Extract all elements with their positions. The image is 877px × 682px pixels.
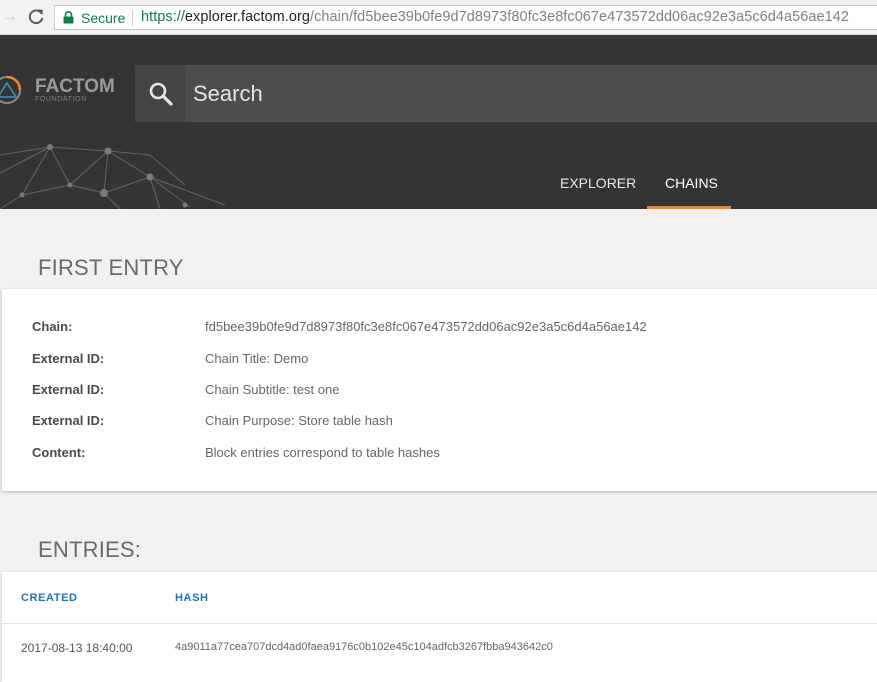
first-entry-title: FIRST ENTRY	[38, 255, 184, 281]
url-path: /chain/fd5bee39b0fe9d7d8973f80fc3e8fc067…	[310, 9, 849, 25]
column-header-created[interactable]: CREATED	[21, 592, 78, 604]
detail-label: Content:	[32, 445, 86, 460]
factom-logo-icon	[0, 75, 22, 104]
browser-address-bar: → Secure https://explorer.factom.org/cha…	[0, 0, 877, 35]
url-host: explorer.factom.org	[184, 9, 310, 25]
tab-chains[interactable]: CHAINS	[665, 175, 718, 191]
forward-arrow-icon[interactable]: →	[2, 7, 18, 27]
url-separator	[132, 10, 133, 26]
detail-label: External ID:	[32, 413, 105, 428]
logo-subtext: FOUNDATION	[35, 96, 87, 103]
detail-value: Chain Subtitle: test one	[205, 382, 340, 397]
entries-table: CREATED HASH 2017-08-13 18:40:00 4a9011a…	[2, 572, 877, 682]
entry-created-cell: 2017-08-13 18:40:00	[21, 641, 133, 655]
network-graphic	[0, 144, 226, 209]
url-scheme: https://	[141, 9, 185, 25]
detail-label: External ID:	[32, 382, 105, 397]
reload-icon[interactable]	[27, 7, 45, 27]
url-text[interactable]: https://explorer.factom.org/chain/fd5bee…	[141, 9, 849, 25]
detail-label: External ID:	[32, 351, 105, 366]
detail-row-external-id: External ID: Chain Purpose: Store table …	[2, 413, 877, 433]
detail-label: Chain:	[32, 319, 73, 334]
security-label: Secure	[81, 10, 126, 26]
detail-value: Block entries correspond to table hashes	[205, 445, 440, 460]
detail-row-external-id: External ID: Chain Subtitle: test one	[2, 382, 877, 402]
search-icon	[149, 82, 173, 106]
url-field[interactable]: Secure https://explorer.factom.org/chain…	[54, 5, 877, 30]
search-input[interactable]	[193, 65, 873, 122]
site-header: FACTOM FOUNDATION EXPLORER CHAINS	[0, 35, 877, 209]
detail-row-content: Content: Block entries correspond to tab…	[2, 445, 877, 465]
lock-icon	[63, 11, 74, 24]
detail-value: Chain Title: Demo	[205, 351, 309, 366]
search-bar	[135, 65, 877, 122]
first-entry-card: Chain: fd5bee39b0fe9d7d8973f80fc3e8fc067…	[2, 289, 877, 491]
detail-value: fd5bee39b0fe9d7d8973f80fc3e8fc067e473572…	[205, 319, 647, 334]
detail-value: Chain Purpose: Store table hash	[205, 413, 393, 428]
detail-row-external-id: External ID: Chain Title: Demo	[2, 351, 877, 371]
search-button[interactable]	[135, 65, 185, 122]
entry-hash-link[interactable]: 4a9011a77cea707dcd4ad0faea9176c0b102e45c…	[175, 641, 553, 653]
detail-row-chain: Chain: fd5bee39b0fe9d7d8973f80fc3e8fc067…	[2, 319, 877, 339]
table-header-divider	[2, 623, 877, 624]
tab-explorer[interactable]: EXPLORER	[560, 175, 636, 191]
entries-title: ENTRIES:	[38, 537, 142, 563]
logo-text[interactable]: FACTOM	[35, 76, 115, 98]
column-header-hash[interactable]: HASH	[175, 592, 209, 604]
active-tab-indicator	[647, 206, 731, 209]
